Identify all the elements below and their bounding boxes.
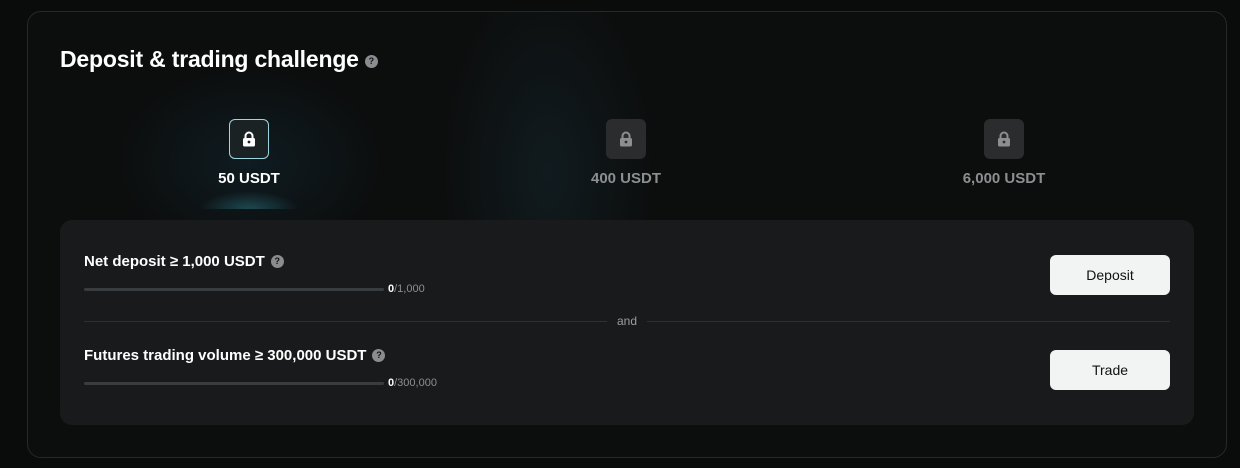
task-net-deposit: Net deposit ≥ 1,000 USDT ? 0/1,000 Depos… — [84, 253, 1170, 313]
deposit-button[interactable]: Deposit — [1050, 255, 1170, 295]
trade-button[interactable]: Trade — [1050, 350, 1170, 390]
challenge-title: Deposit & trading challenge ? — [60, 46, 378, 73]
progress-row: 0/1,000 — [84, 283, 1170, 295]
lock-icon — [229, 119, 269, 159]
progress-target: /1,000 — [394, 283, 425, 295]
progress-text: 0/1,000 — [388, 283, 425, 295]
tier-400-usdt[interactable]: 400 USDT — [526, 119, 726, 209]
divider-line — [84, 321, 607, 322]
tier-label: 400 USDT — [590, 170, 662, 187]
task-title-text: Futures trading volume ≥ 300,000 USDT — [84, 347, 367, 364]
help-icon[interactable]: ? — [270, 255, 284, 268]
challenge-panel: Deposit & trading challenge ? 50 USDT 40… — [27, 11, 1227, 458]
tier-label: 6,000 USDT — [962, 170, 1046, 187]
tier-50-usdt[interactable]: 50 USDT — [149, 119, 349, 209]
challenge-title-text: Deposit & trading challenge — [60, 46, 359, 72]
progress-text: 0/300,000 — [388, 377, 437, 389]
progress-bar — [84, 287, 384, 291]
lock-icon — [984, 119, 1024, 159]
progress-target: /300,000 — [394, 377, 437, 389]
help-icon[interactable]: ? — [372, 349, 386, 362]
tier-6000-usdt[interactable]: 6,000 USDT — [904, 119, 1104, 209]
lock-icon — [606, 119, 646, 159]
task-futures-volume: Futures trading volume ≥ 300,000 USDT ? … — [84, 347, 1170, 407]
progress-bar — [84, 381, 384, 385]
divider-text: and — [616, 314, 638, 328]
task-title: Futures trading volume ≥ 300,000 USDT ? — [84, 347, 1170, 364]
and-divider: and — [84, 314, 1170, 328]
task-title-text: Net deposit ≥ 1,000 USDT — [84, 253, 265, 270]
tier-label: 50 USDT — [218, 170, 280, 187]
task-title: Net deposit ≥ 1,000 USDT ? — [84, 253, 1170, 270]
divider-line — [647, 321, 1170, 322]
help-icon[interactable]: ? — [364, 55, 378, 68]
progress-row: 0/300,000 — [84, 377, 1170, 389]
task-card: Net deposit ≥ 1,000 USDT ? 0/1,000 Depos… — [60, 220, 1194, 425]
